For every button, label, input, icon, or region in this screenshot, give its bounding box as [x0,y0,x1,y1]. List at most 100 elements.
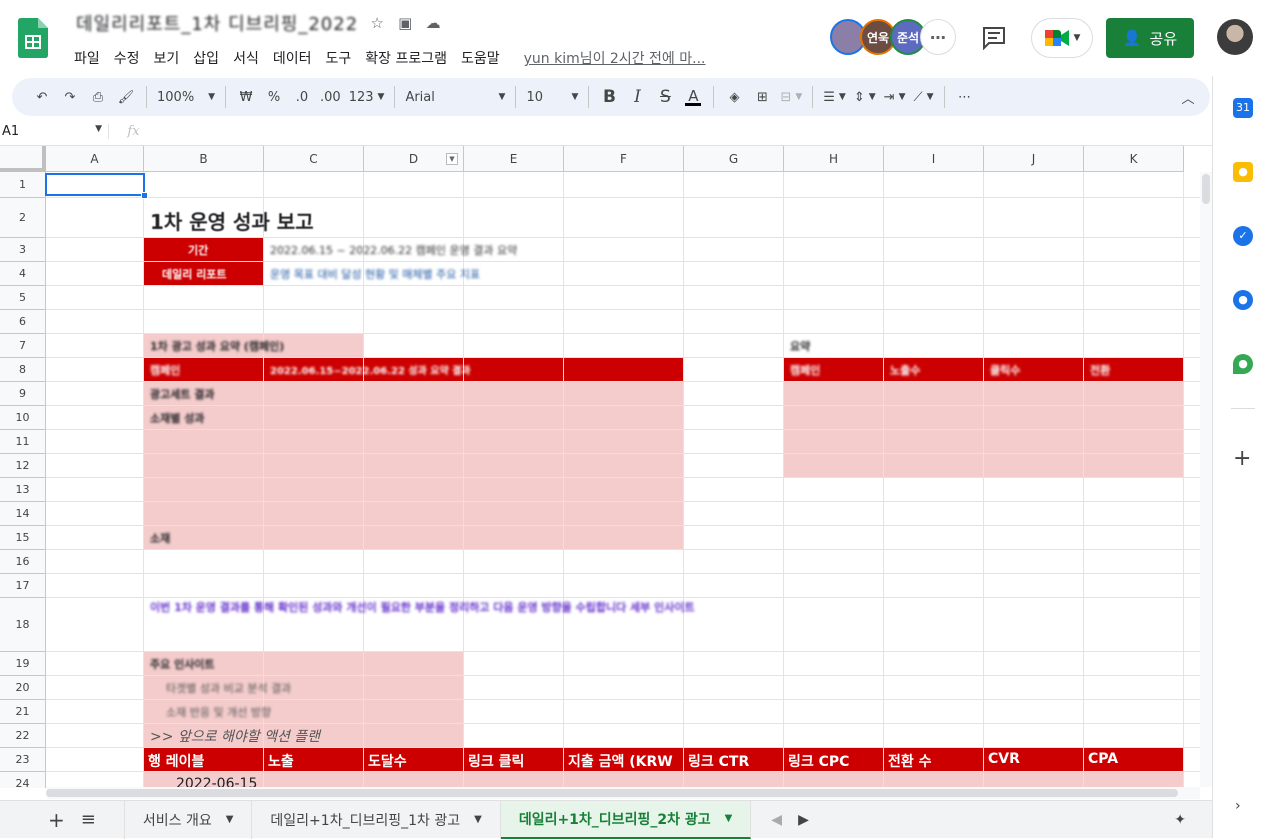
name-box[interactable]: A1 ▼ [0,124,108,139]
row-header[interactable]: 14 [0,502,46,526]
zoom-select[interactable]: 100% ▼ [153,83,219,111]
star-icon[interactable]: ☆ [368,14,386,32]
explore-icon[interactable]: ✦ [1156,801,1204,839]
vertical-align-icon[interactable]: ⇕ ▼ [850,83,880,111]
menu-insert[interactable]: 삽입 [191,46,227,72]
horizontal-align-icon[interactable]: ☰ ▼ [819,83,850,111]
strikethrough-icon[interactable]: S [651,83,679,111]
column-header[interactable]: J [984,146,1084,172]
row-header[interactable]: 19 [0,652,46,676]
column-header[interactable]: F [564,146,684,172]
menu-format[interactable]: 서식 [231,46,267,72]
sheet-tab-active[interactable]: 데일리+1차_디브리핑_2차 광고 ▼ [500,800,752,839]
share-button[interactable]: 👤 공유 [1106,18,1194,58]
document-title[interactable]: 데일리리포트_1차 디브리핑_2022 [76,10,358,36]
row-header[interactable]: 23 [0,748,46,772]
maps-icon[interactable]: ● [1233,354,1253,374]
row-header[interactable]: 8 [0,358,46,382]
column-header[interactable]: G [684,146,784,172]
row-header[interactable]: 13 [0,478,46,502]
menu-view[interactable]: 보기 [152,46,188,72]
row-header[interactable]: 1 [0,172,46,198]
horizontal-scrollbar[interactable] [46,787,1200,799]
column-header[interactable]: H [784,146,884,172]
all-sheets-icon[interactable]: ≡ [75,800,125,839]
redo-icon[interactable]: ↷ [56,83,84,111]
collapse-side-panel-icon[interactable]: › [1235,798,1241,814]
vertical-scrollbar[interactable] [1200,172,1212,787]
undo-icon[interactable]: ↶ [28,83,56,111]
text-rotation-icon[interactable]: ⟋ ▼ [910,83,938,111]
menu-edit[interactable]: 수정 [112,46,148,72]
row-header[interactable]: 17 [0,574,46,598]
row-header[interactable]: 15 [0,526,46,550]
column-header[interactable]: C [264,146,364,172]
move-folder-icon[interactable]: ▣ [396,14,414,32]
column-header[interactable]: I [884,146,984,172]
filter-dropdown-icon[interactable]: ▼ [446,153,458,165]
bold-icon[interactable]: B [595,83,623,111]
collapse-toolbar-icon[interactable]: ︿ [1174,83,1202,111]
user-account-avatar[interactable] [1217,19,1253,55]
decrease-decimal-button[interactable]: .0 [288,83,316,111]
italic-icon[interactable]: I [623,83,651,111]
sheet-tab[interactable]: 서비스 개요 ▼ [125,800,253,839]
meet-button[interactable]: ▼ [1031,18,1093,58]
row-header[interactable]: 3 [0,238,46,262]
column-header[interactable]: B [144,146,264,172]
sheet-tab[interactable]: 데일리+1차_디브리핑_1차 광고 ▼ [252,800,501,839]
last-edit-link[interactable]: yun kim님이 2시간 전에 마... [522,46,714,72]
row-header[interactable]: 2 [0,198,46,238]
row-header[interactable]: 22 [0,724,46,748]
calendar-icon[interactable]: 31 [1233,98,1253,118]
row-header[interactable]: 4 [0,262,46,286]
menu-help[interactable]: 도움말 [459,46,508,72]
percent-format-button[interactable]: % [260,83,288,111]
font-size-select[interactable]: 10 ▼ [522,83,582,111]
increase-decimal-button[interactable]: .00 [316,83,345,111]
formula-input[interactable] [158,118,1212,145]
row-header[interactable]: 9 [0,382,46,406]
sheets-logo-icon[interactable] [18,18,48,58]
merge-cells-icon[interactable]: ⊟ ▼ [776,83,806,111]
column-header[interactable]: A [46,146,144,172]
scroll-tabs-left-icon[interactable]: ◀ [751,801,790,839]
row-header[interactable]: 7 [0,334,46,358]
text-color-icon[interactable]: A [679,83,707,111]
row-header[interactable]: 21 [0,700,46,724]
menu-file[interactable]: 파일 [72,46,108,72]
print-icon[interactable]: ⎙ [84,83,112,111]
borders-icon[interactable]: ⊞ [748,83,776,111]
menu-extensions[interactable]: 확장 프로그램 [363,46,455,72]
keep-icon[interactable]: ● [1233,162,1253,182]
row-header[interactable]: 16 [0,550,46,574]
column-header[interactable]: E [464,146,564,172]
more-collaborators-icon[interactable]: ⋯ [920,19,956,55]
row-header[interactable]: 20 [0,676,46,700]
spreadsheet-grid[interactable]: A B C D E F G H I J K ▼ 1 2 3 4 5 6 7 8 9 10 11 12 13 14 15 16 17 18 1… [0,146,1200,788]
cloud-status-icon[interactable]: ☁ [424,14,442,32]
select-all-corner[interactable] [0,146,46,172]
more-options-icon[interactable]: ⋯ [951,83,979,111]
add-sheet-icon[interactable]: + [0,801,75,839]
comment-history-icon[interactable] [981,26,1007,50]
row-header[interactable]: 24 [0,772,46,788]
column-header[interactable]: K [1084,146,1184,172]
paint-format-icon[interactable]: 🖌 [112,83,140,111]
fill-handle[interactable] [141,192,148,199]
row-header[interactable]: 18 [0,598,46,652]
currency-format-button[interactable]: ₩ [232,83,260,111]
scrollbar-thumb[interactable] [46,789,1178,797]
row-header[interactable]: 10 [0,406,46,430]
row-header[interactable]: 5 [0,286,46,310]
selected-cell[interactable] [45,173,145,196]
menu-tools[interactable]: 도구 [323,46,359,72]
row-header[interactable]: 12 [0,454,46,478]
menu-data[interactable]: 데이터 [271,46,320,72]
row-header[interactable]: 6 [0,310,46,334]
add-addon-icon[interactable]: + [1233,446,1251,471]
font-select[interactable]: Arial ▼ [401,83,509,111]
tasks-icon[interactable]: ✓ [1233,226,1253,246]
more-formats-select[interactable]: 123 ▼ [345,83,389,111]
scrollbar-thumb[interactable] [1202,174,1210,204]
